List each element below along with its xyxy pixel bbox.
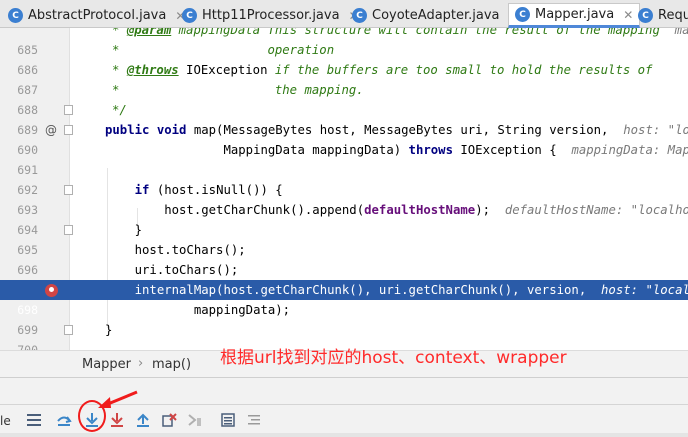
code-line[interactable]: 690 @ public void map(MessageBytes host,… xyxy=(0,120,688,157)
code-line[interactable]: 693 if (host.isNull()) { xyxy=(0,180,688,217)
breakpoint-icon[interactable] xyxy=(45,284,58,297)
code-text: if (host.isNull()) { xyxy=(134,183,283,197)
class-icon: C xyxy=(352,8,367,23)
code-line[interactable]: 691 MappingData mappingData) throws IOEx… xyxy=(0,140,688,177)
fold-icon[interactable] xyxy=(64,225,73,235)
drop-frame-icon[interactable] xyxy=(159,410,179,430)
highlight-circle xyxy=(78,400,106,432)
breadcrumb-item-method[interactable]: map() xyxy=(152,357,191,372)
tab-abstract-protocol[interactable]: C AbstractProtocol.java ✕ xyxy=(8,3,185,28)
fold-icon[interactable] xyxy=(64,325,73,335)
tab-http11-processor[interactable]: C Http11Processor.java ✕ xyxy=(182,3,359,28)
close-icon[interactable]: ✕ xyxy=(623,8,633,22)
code-line[interactable]: 697 uri.toChars(); xyxy=(0,260,688,297)
step-into-icon[interactable] xyxy=(107,410,127,430)
current-execution-line[interactable]: 698 internalMap(host.getCharChunk(), uri… xyxy=(0,280,688,317)
code-line[interactable]: 687 * @throws IOException if the buffers… xyxy=(0,60,688,97)
run-to-cursor-icon[interactable] xyxy=(185,410,205,430)
show-execution-point-icon[interactable] xyxy=(54,410,74,430)
editor-tab-bar: C AbstractProtocol.java ✕ C Http11Proces… xyxy=(0,0,688,28)
code-text: host.getCharChunk().append(defaultHostNa… xyxy=(105,203,688,217)
debugger-tab-label[interactable]: le xyxy=(0,414,11,428)
tab-label: Mapper.java xyxy=(535,7,615,22)
code-line[interactable]: 699 mappingData); xyxy=(0,300,688,337)
divider xyxy=(0,433,688,437)
code-text: */ xyxy=(112,103,127,117)
code-line[interactable]: 696 host.toChars(); xyxy=(0,240,688,277)
code-text: * the mapping. xyxy=(112,83,364,97)
tab-request[interactable]: C Reque xyxy=(638,3,688,28)
code-line[interactable]: 694 host.getCharChunk().append(defaultHo… xyxy=(0,200,688,237)
tab-label: AbstractProtocol.java xyxy=(28,8,167,23)
code-line[interactable]: 685 * @param mappingData This structure … xyxy=(0,28,688,57)
divider xyxy=(0,404,688,405)
fold-icon[interactable] xyxy=(64,185,73,195)
step-out-icon[interactable] xyxy=(133,410,153,430)
code-text: MappingData mappingData) throws IOExcept… xyxy=(105,143,688,157)
code-line[interactable]: 700 } xyxy=(0,320,688,350)
tab-coyote-adapter[interactable]: C CoyoteAdapter.java ✕ xyxy=(352,3,519,28)
code-text: * @throws IOException if the buffers are… xyxy=(112,63,653,77)
class-icon: C xyxy=(638,8,653,23)
code-text: uri.toChars(); xyxy=(105,263,239,277)
class-icon: C xyxy=(8,8,23,23)
fold-icon[interactable] xyxy=(64,125,73,135)
class-icon: C xyxy=(182,8,197,23)
code-line[interactable]: 689 */ xyxy=(0,100,688,137)
menu-icon[interactable] xyxy=(24,410,44,430)
code-editor[interactable]: 685 * @param mappingData This structure … xyxy=(0,28,688,350)
code-line[interactable]: 688 * the mapping. xyxy=(0,80,688,117)
tab-label: Http11Processor.java xyxy=(202,8,340,23)
code-text: * operation xyxy=(112,43,335,57)
code-text: } xyxy=(105,323,113,337)
code-line[interactable]: 695 } xyxy=(0,220,688,257)
code-line[interactable]: 692 xyxy=(0,160,688,197)
breadcrumb-separator: › xyxy=(138,356,144,371)
tab-label: Reque xyxy=(658,8,688,23)
fold-icon[interactable] xyxy=(64,105,73,115)
code-text: } xyxy=(105,223,143,237)
trace-icon[interactable] xyxy=(244,410,264,430)
override-marker-icon[interactable]: @ xyxy=(45,120,57,140)
evaluate-expression-icon[interactable] xyxy=(218,410,238,430)
code-text: public void map(MessageBytes host, Messa… xyxy=(105,123,688,137)
tab-mapper[interactable]: C Mapper.java ✕ xyxy=(508,3,641,28)
code-text: * @param mappingData This structure will… xyxy=(112,28,688,37)
annotation-text: 根据url找到对应的host、context、wrapper xyxy=(220,348,567,368)
tab-label: CoyoteAdapter.java xyxy=(372,8,500,23)
class-icon: C xyxy=(515,7,530,22)
breadcrumb-item-class[interactable]: Mapper xyxy=(82,357,131,372)
code-text: mappingData); xyxy=(105,303,291,317)
code-text: internalMap(host.getCharChunk(), uri.get… xyxy=(105,283,688,297)
code-line[interactable]: 686 * operation xyxy=(0,40,688,77)
code-text: host.toChars(); xyxy=(105,243,246,257)
